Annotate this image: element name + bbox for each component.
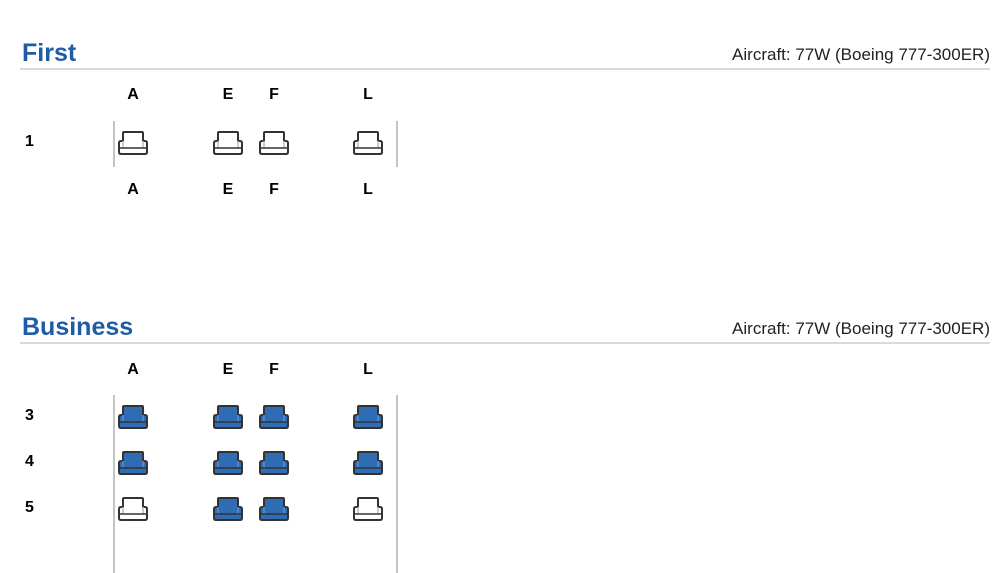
seat-4e-occupied[interactable] xyxy=(211,449,245,477)
seat-4a-occupied[interactable] xyxy=(116,449,150,477)
seat-3e-occupied[interactable] xyxy=(211,403,245,431)
column-letter-a: A xyxy=(127,86,139,103)
seat-occupied-icon xyxy=(116,403,150,431)
row-label: 1 xyxy=(25,133,34,150)
seat-available-icon xyxy=(351,495,385,523)
seat-occupied-icon xyxy=(211,449,245,477)
seat-occupied-icon xyxy=(351,403,385,431)
column-letter-l: L xyxy=(363,86,373,103)
section-first: First Aircraft: 77W (Boeing 777-300ER) xyxy=(20,38,990,70)
column-letter-f: F xyxy=(269,361,279,378)
column-letter-l: L xyxy=(363,361,373,378)
column-letter-f: F xyxy=(269,181,279,198)
section-header: Business Aircraft: 77W (Boeing 777-300ER… xyxy=(20,312,990,344)
seat-4f-occupied[interactable] xyxy=(257,449,291,477)
column-letter-a: A xyxy=(127,181,139,198)
cabin-wall-left xyxy=(113,121,115,167)
section-business: Business Aircraft: 77W (Boeing 777-300ER… xyxy=(20,312,990,344)
column-letter-a: A xyxy=(127,361,139,378)
cabin-wall-right xyxy=(396,395,398,573)
row-label: 3 xyxy=(25,407,34,424)
seat-occupied-icon xyxy=(116,449,150,477)
seat-occupied-icon xyxy=(351,449,385,477)
seat-3f-occupied[interactable] xyxy=(257,403,291,431)
seat-occupied-icon xyxy=(257,403,291,431)
seat-occupied-icon xyxy=(211,495,245,523)
cabin-wall-right xyxy=(396,121,398,167)
seat-3a-occupied[interactable] xyxy=(116,403,150,431)
seat-3l-occupied[interactable] xyxy=(351,403,385,431)
seat-available-icon xyxy=(351,129,385,157)
seat-1e-available[interactable] xyxy=(211,129,245,157)
seat-5f-occupied[interactable] xyxy=(257,495,291,523)
row-label: 5 xyxy=(25,499,34,516)
seat-5e-occupied[interactable] xyxy=(211,495,245,523)
seat-5a-available[interactable] xyxy=(116,495,150,523)
column-letter-f: F xyxy=(269,86,279,103)
aircraft-info: Aircraft: 77W (Boeing 777-300ER) xyxy=(732,45,990,64)
cabin-wall-left xyxy=(113,395,115,573)
column-letter-e: E xyxy=(222,361,234,378)
seat-available-icon xyxy=(257,129,291,157)
aircraft-info: Aircraft: 77W (Boeing 777-300ER) xyxy=(732,319,990,338)
seat-1l-available[interactable] xyxy=(351,129,385,157)
section-title: First xyxy=(22,39,77,67)
seat-1f-available[interactable] xyxy=(257,129,291,157)
seat-5l-available[interactable] xyxy=(351,495,385,523)
seat-available-icon xyxy=(211,129,245,157)
seat-occupied-icon xyxy=(211,403,245,431)
seat-1a-available[interactable] xyxy=(116,129,150,157)
row-label: 4 xyxy=(25,453,34,470)
column-letter-e: E xyxy=(222,86,234,103)
seat-4l-occupied[interactable] xyxy=(351,449,385,477)
section-header: First Aircraft: 77W (Boeing 777-300ER) xyxy=(20,38,990,70)
seat-available-icon xyxy=(116,129,150,157)
column-letter-e: E xyxy=(222,181,234,198)
section-title: Business xyxy=(22,313,134,341)
seat-occupied-icon xyxy=(257,449,291,477)
seat-available-icon xyxy=(116,495,150,523)
column-letter-l: L xyxy=(363,181,373,198)
seat-occupied-icon xyxy=(257,495,291,523)
